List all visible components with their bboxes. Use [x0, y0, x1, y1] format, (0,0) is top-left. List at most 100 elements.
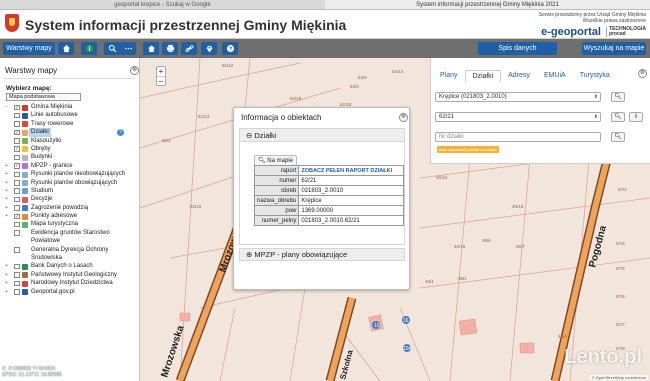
layer-checkbox[interactable] — [14, 121, 20, 127]
layer-checkbox[interactable] — [14, 230, 20, 236]
layer-checkbox[interactable] — [14, 272, 20, 278]
layer-checkbox[interactable] — [14, 263, 20, 270]
layer-checkbox[interactable] — [14, 112, 20, 119]
layer-item[interactable]: + Geoportal.gov.pl — [4, 288, 138, 296]
layer-item[interactable]: + ✓ Punkty adresowe — [4, 212, 138, 220]
layer-checkbox[interactable] — [14, 280, 20, 287]
parcel-number-input[interactable]: Nr działki — [435, 132, 601, 142]
layer-item[interactable]: Generalna Dyrekcja Ochrony — [4, 246, 138, 254]
layers-panel-close-icon[interactable]: ⊗ — [130, 66, 139, 75]
zoom-out-button[interactable]: − — [157, 76, 165, 86]
browser-tab[interactable]: geoportal krepice - Szukaj w Google — [0, 0, 325, 9]
layer-checkbox[interactable]: ✓ — [14, 104, 20, 110]
layer-item[interactable]: Linie autobusowe — [4, 111, 138, 119]
layer-expand-toggle[interactable] — [4, 222, 9, 227]
layer-item[interactable]: + Narodowy Instytut Dziedzictwa — [4, 279, 138, 287]
house-icon[interactable] — [143, 42, 159, 55]
full-report-link[interactable]: ZOBACZ PEŁEN RAPORT DZIAŁKI — [298, 165, 404, 176]
layer-item[interactable]: Klasoużytki — [4, 137, 138, 145]
tab-tourism[interactable]: Turystyka — [573, 70, 617, 82]
search-icon[interactable] — [104, 42, 120, 55]
precinct-search-button[interactable]: 🔍︎ — [611, 92, 625, 102]
link-icon[interactable] — [181, 42, 197, 55]
info-popup-close-icon[interactable]: ⊗ — [399, 113, 408, 122]
spatial-data-list-button[interactable]: Spis danych przestrzennych — [478, 42, 557, 65]
layer-checkbox[interactable]: ✓ — [14, 146, 20, 152]
layer-checkbox[interactable] — [14, 196, 20, 203]
tab-emuia[interactable]: EMUiA — [537, 70, 573, 82]
layer-item[interactable]: Budynki — [4, 153, 138, 161]
parcel-search-button[interactable]: 🔍︎ — [611, 112, 625, 122]
layer-expand-toggle[interactable] — [4, 155, 9, 160]
layer-item[interactable]: + ✓ MPZP - granice — [4, 162, 138, 170]
location-icon[interactable] — [201, 42, 217, 55]
layer-expand-toggle[interactable] — [4, 139, 9, 144]
layer-checkbox[interactable] — [14, 289, 20, 295]
layer-checkbox[interactable]: ✓ — [14, 213, 20, 220]
layer-item[interactable]: + Państwowy Instytut Geologiczny — [4, 271, 138, 279]
layer-checkbox[interactable] — [14, 138, 20, 144]
layer-checkbox[interactable]: ✓ — [14, 129, 20, 136]
layer-expand-toggle[interactable]: − — [4, 105, 9, 110]
layer-expand-toggle[interactable] — [4, 147, 9, 152]
layer-expand-toggle[interactable] — [4, 248, 9, 253]
layer-item[interactable]: Trasy rowerowe — [4, 120, 138, 128]
parcels-section-header[interactable]: ⊖ Działki — [240, 129, 404, 142]
zoom-in-button[interactable]: + — [157, 67, 165, 76]
layer-expand-toggle[interactable]: + — [4, 180, 9, 186]
info-icon[interactable] — [81, 42, 97, 55]
parcel-select[interactable]: 62/21 ⬍ — [435, 112, 601, 122]
parcel-number-search-button[interactable]: 🔍︎ — [611, 132, 625, 142]
tab-plans[interactable]: Plany — [433, 70, 465, 82]
layer-checkbox[interactable] — [14, 188, 20, 194]
layer-item[interactable]: + Zagrożenie powodzią — [4, 204, 138, 212]
layer-checkbox[interactable]: ✓ — [14, 163, 20, 169]
layer-item[interactable]: ✓ Obręby — [4, 145, 138, 153]
layer-expand-toggle[interactable]: + — [4, 214, 9, 219]
layer-expand-toggle[interactable]: + — [4, 197, 9, 202]
layer-item[interactable]: Mapa turystyczna — [4, 220, 138, 228]
layer-expand-toggle[interactable]: + — [4, 172, 9, 177]
layer-expand-toggle[interactable]: + — [4, 205, 9, 211]
basemap-select[interactable]: Mapa podstawowa — [6, 93, 81, 101]
precinct-select[interactable]: Krępice (021803_2.0010) ⬍ — [435, 92, 601, 102]
layer-item[interactable]: Środowiska — [4, 254, 138, 262]
layer-expand-toggle[interactable] — [4, 113, 9, 118]
home-icon[interactable] — [58, 42, 74, 55]
tab-parcels[interactable]: Działki — [464, 70, 502, 82]
layer-expand-toggle[interactable] — [4, 130, 9, 135]
layer-checkbox[interactable] — [14, 180, 20, 186]
layer-item[interactable]: Ewidencja gruntów Starostwo — [4, 229, 138, 237]
parcel-info-icon[interactable]: i — [629, 112, 643, 122]
search-panel-close-icon[interactable]: ⊗ — [638, 69, 647, 78]
layer-expand-toggle[interactable]: + — [4, 272, 9, 278]
more-icon[interactable] — [120, 42, 136, 55]
layer-expand-toggle[interactable]: + — [4, 281, 9, 286]
print-icon[interactable] — [162, 42, 178, 55]
layer-checkbox[interactable] — [14, 154, 20, 161]
layer-expand-toggle[interactable]: + — [4, 188, 9, 194]
layer-help-icon[interactable]: ? — [117, 129, 124, 137]
layer-expand-toggle[interactable]: + — [4, 289, 9, 295]
layer-expand-toggle[interactable]: + — [4, 264, 9, 269]
layer-expand-toggle[interactable] — [4, 122, 9, 127]
mpzp-section-header[interactable]: ⊕ MPZP - plany obowiązujące — [239, 248, 405, 261]
layer-checkbox[interactable] — [14, 221, 20, 228]
tab-addresses[interactable]: Adresy — [501, 70, 537, 82]
layer-item[interactable]: + Studium — [4, 187, 138, 195]
layers-button[interactable]: Warstwy mapy — [3, 42, 55, 55]
layer-item[interactable]: + Rysunki planów nieobowiązujących — [4, 170, 138, 178]
find-on-map-button[interactable]: Wyszukaj na mapie — [582, 42, 646, 55]
layer-checkbox[interactable] — [14, 205, 20, 211]
browser-tab-active[interactable]: System informacji przestrzennej Gminy Mi… — [325, 0, 650, 9]
layer-checkbox[interactable] — [14, 171, 20, 178]
layer-item[interactable]: + Rysunki planów obowiązujących — [4, 179, 138, 187]
layer-expand-toggle[interactable] — [4, 231, 9, 236]
layer-item[interactable]: Powiatowe — [4, 237, 138, 245]
layer-item[interactable]: − ✓ Gmina Miękinia — [4, 103, 138, 111]
help-icon[interactable]: ? — [222, 42, 238, 55]
layer-checkbox[interactable] — [14, 247, 20, 253]
layer-item[interactable]: ✓ Działki? — [4, 128, 138, 137]
layer-item[interactable]: + Decyzje — [4, 195, 138, 203]
layer-item[interactable]: + Bank Danych o Lasach — [4, 262, 138, 270]
